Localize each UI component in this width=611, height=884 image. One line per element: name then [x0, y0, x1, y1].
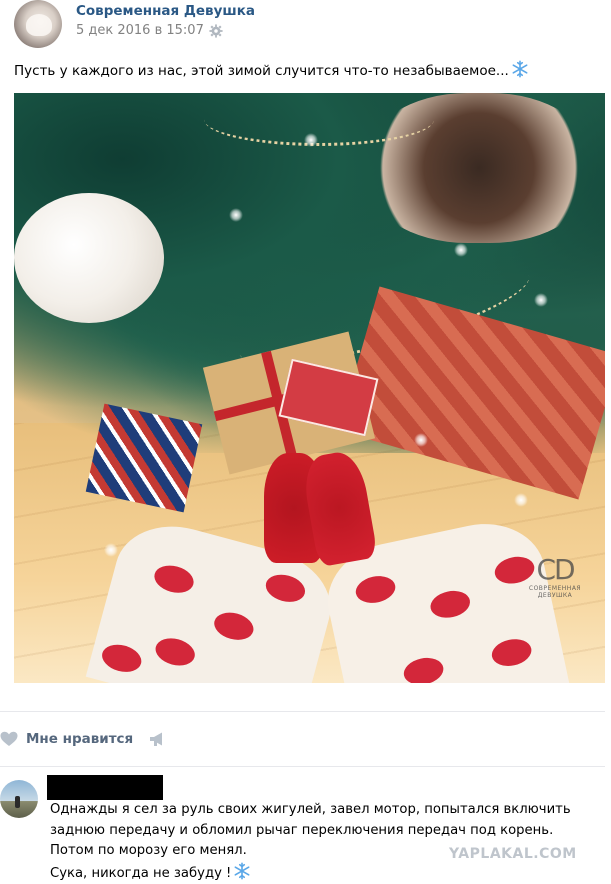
watermark-mark: CD: [521, 555, 589, 585]
comment-text: Однажды я сел за руль своих жигулей, зав…: [50, 800, 605, 884]
post-header: Современная Девушка 5 дек 2016 в 15:07: [14, 0, 604, 48]
post-photo[interactable]: CD СОВРЕМЕННАЯ ДЕВУШКА: [14, 93, 605, 683]
photo-garland: [204, 93, 434, 146]
photo-heart: [151, 561, 196, 596]
image-watermark-logo: CD СОВРЕМЕННАЯ ДЕВУШКА: [521, 555, 589, 595]
author-avatar[interactable]: [14, 0, 62, 48]
commenter-avatar[interactable]: [0, 780, 38, 818]
photo-heart: [99, 641, 144, 676]
photo-ornament: [14, 193, 164, 323]
photo-sparkle: [534, 293, 548, 307]
watermark-subtitle: СОВРЕМЕННАЯ ДЕВУШКА: [521, 585, 589, 599]
photo-heart: [489, 636, 534, 670]
snowflake-icon: [511, 60, 529, 78]
post-date[interactable]: 5 дек 2016 в 15:07: [76, 23, 204, 38]
photo-heart: [401, 654, 446, 683]
megaphone-icon[interactable]: [149, 731, 167, 747]
photo-sparkle: [414, 433, 428, 447]
site-watermark: YAPLAKAL.COM: [449, 846, 577, 862]
comment-line: Сука, никогда не забуду !: [50, 866, 231, 881]
comment-line-last: Сука, никогда не забуду !: [50, 862, 605, 884]
comment-line: заднюю передачу и обломил рычаг переключ…: [50, 821, 605, 842]
redacted-commenter-name: [47, 775, 163, 800]
like-label: Мне нравится: [26, 731, 133, 747]
post-text-content: Пусть у каждого из нас, этой зимой случи…: [14, 63, 509, 79]
gear-icon[interactable]: [209, 24, 223, 38]
heart-icon: [0, 731, 18, 747]
divider: [0, 711, 605, 712]
post-text: Пусть у каждого из нас, этой зимой случи…: [14, 60, 529, 81]
divider: [0, 766, 605, 767]
photo-sparkle: [304, 133, 318, 147]
photo-sparkle: [104, 543, 118, 557]
like-button[interactable]: Мне нравится: [0, 728, 133, 750]
photo-sparkle: [454, 243, 468, 257]
photo-heart: [211, 609, 256, 644]
snowflake-icon: [233, 862, 251, 880]
photo-heart: [263, 571, 308, 606]
comment-line: Однажды я сел за руль своих жигулей, зав…: [50, 800, 605, 821]
photo-heart: [428, 587, 473, 621]
photo-sparkle: [514, 493, 528, 507]
author-name[interactable]: Современная Девушка: [76, 3, 255, 19]
photo-heart: [153, 634, 198, 669]
photo-heart: [353, 573, 398, 607]
photo-sparkle: [229, 208, 243, 222]
